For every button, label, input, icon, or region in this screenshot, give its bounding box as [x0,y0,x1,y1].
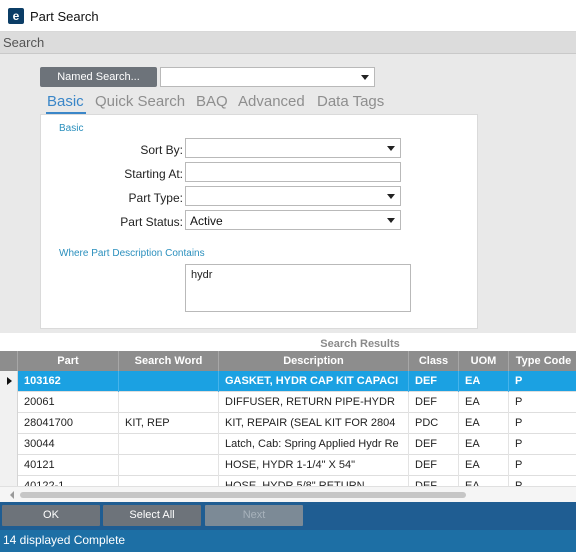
epicor-logo-icon: e [8,8,24,24]
part-status-value: Active [190,214,223,228]
cell-part[interactable]: 40121 [18,455,119,476]
cell-class[interactable]: DEF [409,476,459,486]
cell-search-word[interactable] [119,392,219,413]
cell-uom[interactable]: EA [459,455,509,476]
starting-at-label: Starting At: [124,167,183,181]
column-header-description[interactable]: Description [219,351,409,371]
cell-description[interactable]: KIT, REPAIR (SEAL KIT FOR 2804 [219,413,409,434]
cell-uom[interactable]: EA [459,371,509,392]
results-grid: Part Search Word Description Class UOM T… [0,351,576,486]
cell-uom[interactable]: EA [459,413,509,434]
cell-description[interactable]: HOSE, HYDR 5/8" RETURN [219,476,409,486]
next-button[interactable]: Next [205,505,303,526]
tab-advanced[interactable]: Advanced [238,93,305,110]
basic-group-label: Basic [59,123,84,134]
search-results-header: Search Results [0,333,576,351]
cell-type-code[interactable]: P [509,455,576,476]
ok-button[interactable]: OK [2,505,100,526]
part-status-dropdown[interactable]: Active [185,210,401,230]
grid-header: Part Search Word Description Class UOM T… [0,351,576,371]
column-header-type-code[interactable]: Type Code [509,351,576,371]
cell-part[interactable]: 103162 [18,371,119,392]
cell-type-code[interactable]: P [509,434,576,455]
search-results-title: Search Results [320,338,400,350]
column-header-search-word[interactable]: Search Word [119,351,219,371]
description-contains-label: Where Part Description Contains [59,248,205,259]
row-selector[interactable] [0,413,18,434]
cell-part[interactable]: 40122-1 [18,476,119,486]
part-type-label: Part Type: [128,191,183,205]
column-header-uom[interactable]: UOM [459,351,509,371]
row-selector[interactable] [0,371,18,392]
section-title: Search [3,35,45,50]
cell-description[interactable]: HOSE, HYDR 1-1/4" X 54" [219,455,409,476]
row-selector[interactable] [0,476,18,486]
sort-by-dropdown[interactable] [185,138,401,158]
column-header-class[interactable]: Class [409,351,459,371]
sort-by-label: Sort By: [140,143,183,157]
cell-class[interactable]: DEF [409,392,459,413]
basic-search-panel: Basic Sort By: Starting At: Part Type: P… [40,114,478,329]
cell-uom[interactable]: EA [459,434,509,455]
cell-type-code[interactable]: P [509,392,576,413]
part-status-label: Part Status: [120,215,183,229]
cell-class[interactable]: DEF [409,371,459,392]
scrollbar-thumb[interactable] [20,492,466,498]
table-row[interactable]: 28041700 KIT, REP KIT, REPAIR (SEAL KIT FO… [0,413,576,434]
cell-type-code[interactable]: P [509,371,576,392]
named-search-dropdown[interactable] [160,67,375,87]
cell-uom[interactable]: EA [459,476,509,486]
table-row[interactable]: 40122-1 HOSE, HYDR 5/8" RETURN DEF EA P [0,476,576,486]
scroll-left-icon[interactable] [10,491,14,499]
cell-search-word[interactable] [119,455,219,476]
part-type-dropdown[interactable] [185,186,401,206]
cell-uom[interactable]: EA [459,392,509,413]
cell-class[interactable]: DEF [409,455,459,476]
cell-search-word[interactable] [119,434,219,455]
cell-type-code[interactable]: P [509,476,576,486]
table-row[interactable]: 20061 DIFFUSER, RETURN PIPE-HYDR DEF EA P [0,392,576,413]
description-contains-input[interactable]: hydr [185,264,411,312]
cell-part[interactable]: 30044 [18,434,119,455]
title-bar: e Part Search [0,0,576,32]
starting-at-input[interactable] [185,162,401,182]
chevron-down-icon [387,218,395,223]
description-contains-value: hydr [191,269,213,281]
chevron-down-icon [387,146,395,151]
table-row[interactable]: 30044 Latch, Cab: Spring Applied Hydr Re D… [0,434,576,455]
cell-search-word[interactable] [119,371,219,392]
status-bar: 14 displayed Complete [0,530,576,552]
cell-search-word[interactable]: KIT, REP [119,413,219,434]
chevron-down-icon [387,194,395,199]
chevron-down-icon [361,75,369,80]
dialog-footer: OK Select All Next [0,502,576,530]
select-all-button[interactable]: Select All [103,505,201,526]
table-row[interactable]: 40121 HOSE, HYDR 1-1/4" X 54" DEF EA P [0,455,576,476]
search-section-header: Search [0,32,576,54]
column-header-part[interactable]: Part [18,351,119,371]
named-search-button[interactable]: Named Search... [40,67,157,87]
cell-search-word[interactable] [119,476,219,486]
cell-class[interactable]: DEF [409,434,459,455]
cell-type-code[interactable]: P [509,413,576,434]
cell-description[interactable]: DIFFUSER, RETURN PIPE-HYDR [219,392,409,413]
status-text: 14 displayed Complete [3,533,126,547]
cell-part[interactable]: 20061 [18,392,119,413]
tab-data-tags[interactable]: Data Tags [317,93,384,110]
table-row[interactable]: 103162 GASKET, HYDR CAP KIT CAPACI DEF EA P [0,371,576,392]
tab-quick-search[interactable]: Quick Search [95,93,185,110]
cell-class[interactable]: PDC [409,413,459,434]
tab-baq[interactable]: BAQ [196,93,228,110]
window-title: Part Search [30,9,99,24]
cell-description[interactable]: Latch, Cab: Spring Applied Hydr Re [219,434,409,455]
cell-description[interactable]: GASKET, HYDR CAP KIT CAPACI [219,371,409,392]
cell-part[interactable]: 28041700 [18,413,119,434]
grid-corner [0,351,18,371]
row-selector[interactable] [0,392,18,413]
results-horizontal-scrollbar[interactable] [0,486,576,502]
row-selector[interactable] [0,434,18,455]
tab-basic[interactable]: Basic [47,93,84,110]
row-selector[interactable] [0,455,18,476]
current-row-pointer-icon [7,377,12,385]
